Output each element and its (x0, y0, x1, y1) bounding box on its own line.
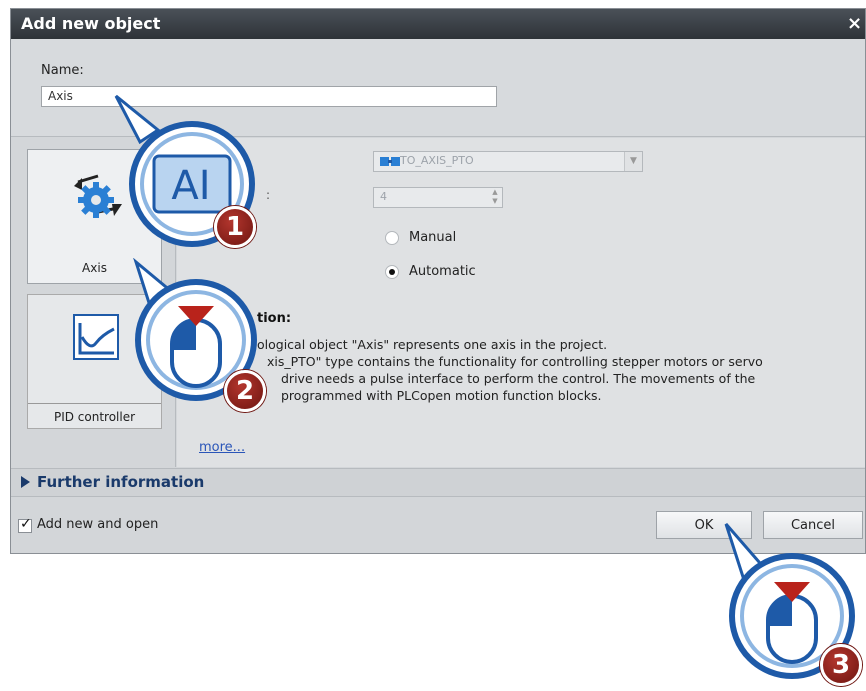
step-1-badge: 1 (214, 206, 256, 248)
further-information-toggle[interactable]: Further information (11, 468, 865, 496)
checkmark-icon: ✓ (20, 516, 32, 532)
manual-radio-dot[interactable] (385, 231, 399, 245)
description-line: xis_PTO" type contains the functionality… (267, 354, 763, 369)
automatic-radio-dot[interactable] (385, 265, 399, 279)
add-new-and-open-label: Add new and open (37, 517, 159, 532)
expand-arrow-icon (21, 476, 30, 488)
number-input[interactable]: 4 ▲ ▼ (373, 187, 503, 208)
add-new-and-open-checkbox[interactable]: ✓ (18, 516, 32, 533)
description-line: ological object "Axis" represents one ax… (257, 337, 608, 352)
spin-buttons-icon[interactable]: ▲ ▼ (488, 188, 502, 207)
svg-text:AI: AI (171, 163, 210, 209)
type-select[interactable]: TO_AXIS_PTO ▼ (373, 151, 643, 172)
description-line: programmed with PLCopen motion function … (281, 388, 602, 403)
dialog-title: Add new object (21, 14, 161, 33)
step-2-badge: 2 (224, 370, 266, 412)
number-value: 4 (380, 190, 387, 203)
manual-radio-label: Manual (409, 230, 457, 245)
automatic-radio-label: Automatic (409, 264, 476, 279)
name-label: Name: (41, 63, 84, 78)
object-settings-panel: TO_AXIS_PTO ▼ : 4 ▲ ▼ Manual Automatic ti… (177, 138, 865, 467)
pid-controller-icon (73, 314, 119, 360)
step-3-badge: 3 (820, 644, 862, 686)
further-information-label: Further information (37, 473, 205, 491)
type-select-value: TO_AXIS_PTO (400, 154, 474, 167)
close-button[interactable]: × (847, 13, 863, 34)
step-3-callout: 3 (716, 520, 866, 691)
dialog-titlebar: Add new object × (11, 9, 865, 39)
step-2-callout: 2 (128, 257, 278, 418)
technology-object-icon (380, 157, 400, 166)
step-1-callout: AI 1 (110, 90, 280, 260)
description-line: drive needs a pulse interface to perform… (281, 371, 756, 386)
more-link[interactable]: more... (199, 440, 245, 455)
chevron-down-icon[interactable]: ▼ (624, 152, 642, 171)
